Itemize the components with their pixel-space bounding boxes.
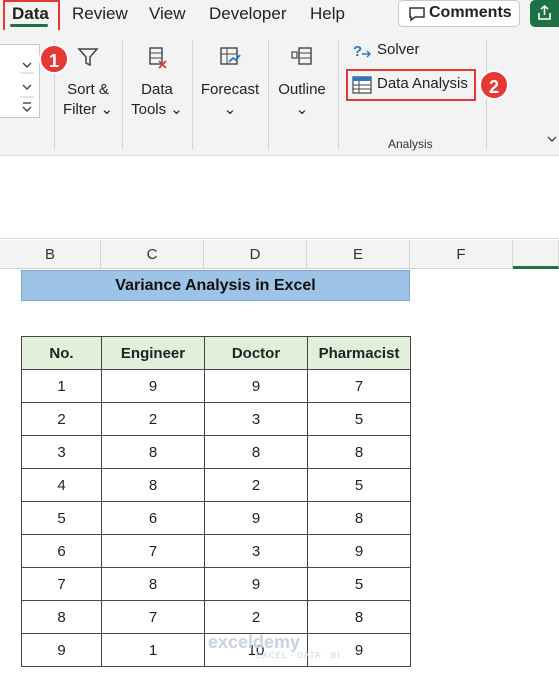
- data-tools-button[interactable]: Data Tools ⌄: [126, 40, 188, 140]
- forecast-button[interactable]: Forecast ⌄: [196, 40, 264, 140]
- menu-bar: Data Review View Developer Help Comments: [0, 0, 559, 30]
- sort-filter-label-2: Filter ⌄: [62, 101, 114, 118]
- watermark-tagline: EXCEL · DATA · BI: [256, 651, 341, 660]
- table-cell[interactable]: 6: [21, 534, 102, 568]
- table-cell[interactable]: 1: [21, 369, 102, 403]
- share-icon: [538, 4, 551, 20]
- column-header-f[interactable]: F: [410, 240, 513, 269]
- table-cell[interactable]: 6: [101, 501, 205, 535]
- table-row: 6739: [21, 534, 411, 568]
- data-tools-label-2: Tools ⌄: [131, 101, 183, 118]
- table-row: 2235: [21, 402, 411, 436]
- table-cell[interactable]: 9: [204, 501, 308, 535]
- data-table: No. Engineer Doctor Pharmacist 199722353…: [21, 336, 411, 667]
- data-tools-icon: [149, 47, 167, 69]
- table-row: 1997: [21, 369, 411, 403]
- table-cell[interactable]: 5: [307, 468, 411, 502]
- table-cell[interactable]: 1: [101, 633, 205, 667]
- table-cell[interactable]: 9: [307, 633, 411, 667]
- table-cell[interactable]: 8: [101, 567, 205, 601]
- comments-button[interactable]: Comments: [398, 0, 520, 27]
- table-cell[interactable]: 9: [101, 369, 205, 403]
- table-cell[interactable]: 2: [204, 468, 308, 502]
- tab-review[interactable]: Review: [72, 4, 128, 24]
- gallery-scroll-icons: [20, 62, 34, 112]
- solver-button[interactable]: ? Solver: [350, 40, 440, 62]
- ribbon-separator: [122, 40, 123, 150]
- table-cell[interactable]: 2: [21, 402, 102, 436]
- column-header-c[interactable]: C: [101, 240, 204, 269]
- header-cell[interactable]: Pharmacist: [307, 336, 411, 370]
- table-cell[interactable]: 8: [21, 600, 102, 634]
- solver-icon: ?: [353, 43, 371, 60]
- column-header-e[interactable]: E: [307, 240, 410, 269]
- table-cell[interactable]: 8: [307, 501, 411, 535]
- table-cell[interactable]: 9: [204, 567, 308, 601]
- step-badge-1: 1: [39, 44, 69, 74]
- share-button[interactable]: [530, 0, 559, 27]
- forecast-label: Forecast: [200, 81, 260, 98]
- table-cell[interactable]: 3: [204, 534, 308, 568]
- table-cell[interactable]: 7: [101, 600, 205, 634]
- outline-icon: [291, 47, 312, 65]
- watermark-logo: exceldemy: [208, 632, 301, 652]
- table-cell[interactable]: 3: [204, 402, 308, 436]
- svg-text:?: ?: [353, 43, 362, 60]
- table-cell[interactable]: 8: [307, 600, 411, 634]
- table-cell[interactable]: 8: [101, 435, 205, 469]
- table-cell[interactable]: 3: [21, 435, 102, 469]
- column-header-next[interactable]: [513, 240, 559, 269]
- table-row: 8728: [21, 600, 411, 634]
- column-header-d[interactable]: D: [204, 240, 307, 269]
- data-analysis-highlight: [346, 69, 476, 101]
- tab-help[interactable]: Help: [310, 4, 345, 24]
- table-cell[interactable]: 9: [21, 633, 102, 667]
- ribbon-separator: [192, 40, 193, 150]
- outline-chevron: ⌄: [295, 101, 309, 118]
- table-cell[interactable]: 5: [307, 567, 411, 601]
- table-row: 5698: [21, 501, 411, 535]
- comments-label: Comments: [429, 4, 512, 21]
- analysis-group-label: Analysis: [388, 137, 433, 151]
- forecast-chevron: ⌄: [223, 101, 237, 118]
- tab-view[interactable]: View: [149, 4, 186, 24]
- ribbon-separator: [338, 40, 339, 150]
- table-cell[interactable]: 8: [307, 435, 411, 469]
- header-cell[interactable]: Engineer: [101, 336, 205, 370]
- header-cell[interactable]: No.: [21, 336, 102, 370]
- table-cell[interactable]: 8: [204, 435, 308, 469]
- table-cell[interactable]: 9: [204, 369, 308, 403]
- formula-bar-area: [0, 156, 559, 209]
- solver-label: Solver: [377, 41, 420, 58]
- header-cell[interactable]: Doctor: [204, 336, 308, 370]
- comment-icon: [409, 7, 425, 22]
- outline-button[interactable]: Outline ⌄: [272, 40, 332, 140]
- table-cell[interactable]: 7: [21, 567, 102, 601]
- collapse-ribbon-icon[interactable]: [546, 134, 558, 144]
- step-badge-2: 2: [479, 70, 509, 100]
- outline-label: Outline: [278, 81, 326, 98]
- table-row: 3888: [21, 435, 411, 469]
- tab-developer[interactable]: Developer: [209, 4, 287, 24]
- table-row: 4825: [21, 468, 411, 502]
- filter-icon: [77, 48, 99, 67]
- blank-row-area: [0, 208, 559, 239]
- table-cell[interactable]: 7: [307, 369, 411, 403]
- table-cell[interactable]: 2: [101, 402, 205, 436]
- data-tools-label-1: Data: [141, 81, 173, 98]
- table-row: 7895: [21, 567, 411, 601]
- table-cell[interactable]: 7: [101, 534, 205, 568]
- sort-filter-label-1: Sort &: [67, 81, 109, 98]
- table-cell[interactable]: 9: [307, 534, 411, 568]
- column-header-b[interactable]: B: [0, 240, 101, 269]
- ribbon-separator: [268, 40, 269, 150]
- forecast-icon: [220, 47, 241, 65]
- table-cell[interactable]: 4: [21, 468, 102, 502]
- table-cell[interactable]: 8: [101, 468, 205, 502]
- style-gallery[interactable]: [0, 44, 40, 118]
- table-cell[interactable]: 5: [21, 501, 102, 535]
- sheet-title[interactable]: Variance Analysis in Excel: [21, 270, 410, 301]
- table-cell[interactable]: 5: [307, 402, 411, 436]
- table-cell[interactable]: 2: [204, 600, 308, 634]
